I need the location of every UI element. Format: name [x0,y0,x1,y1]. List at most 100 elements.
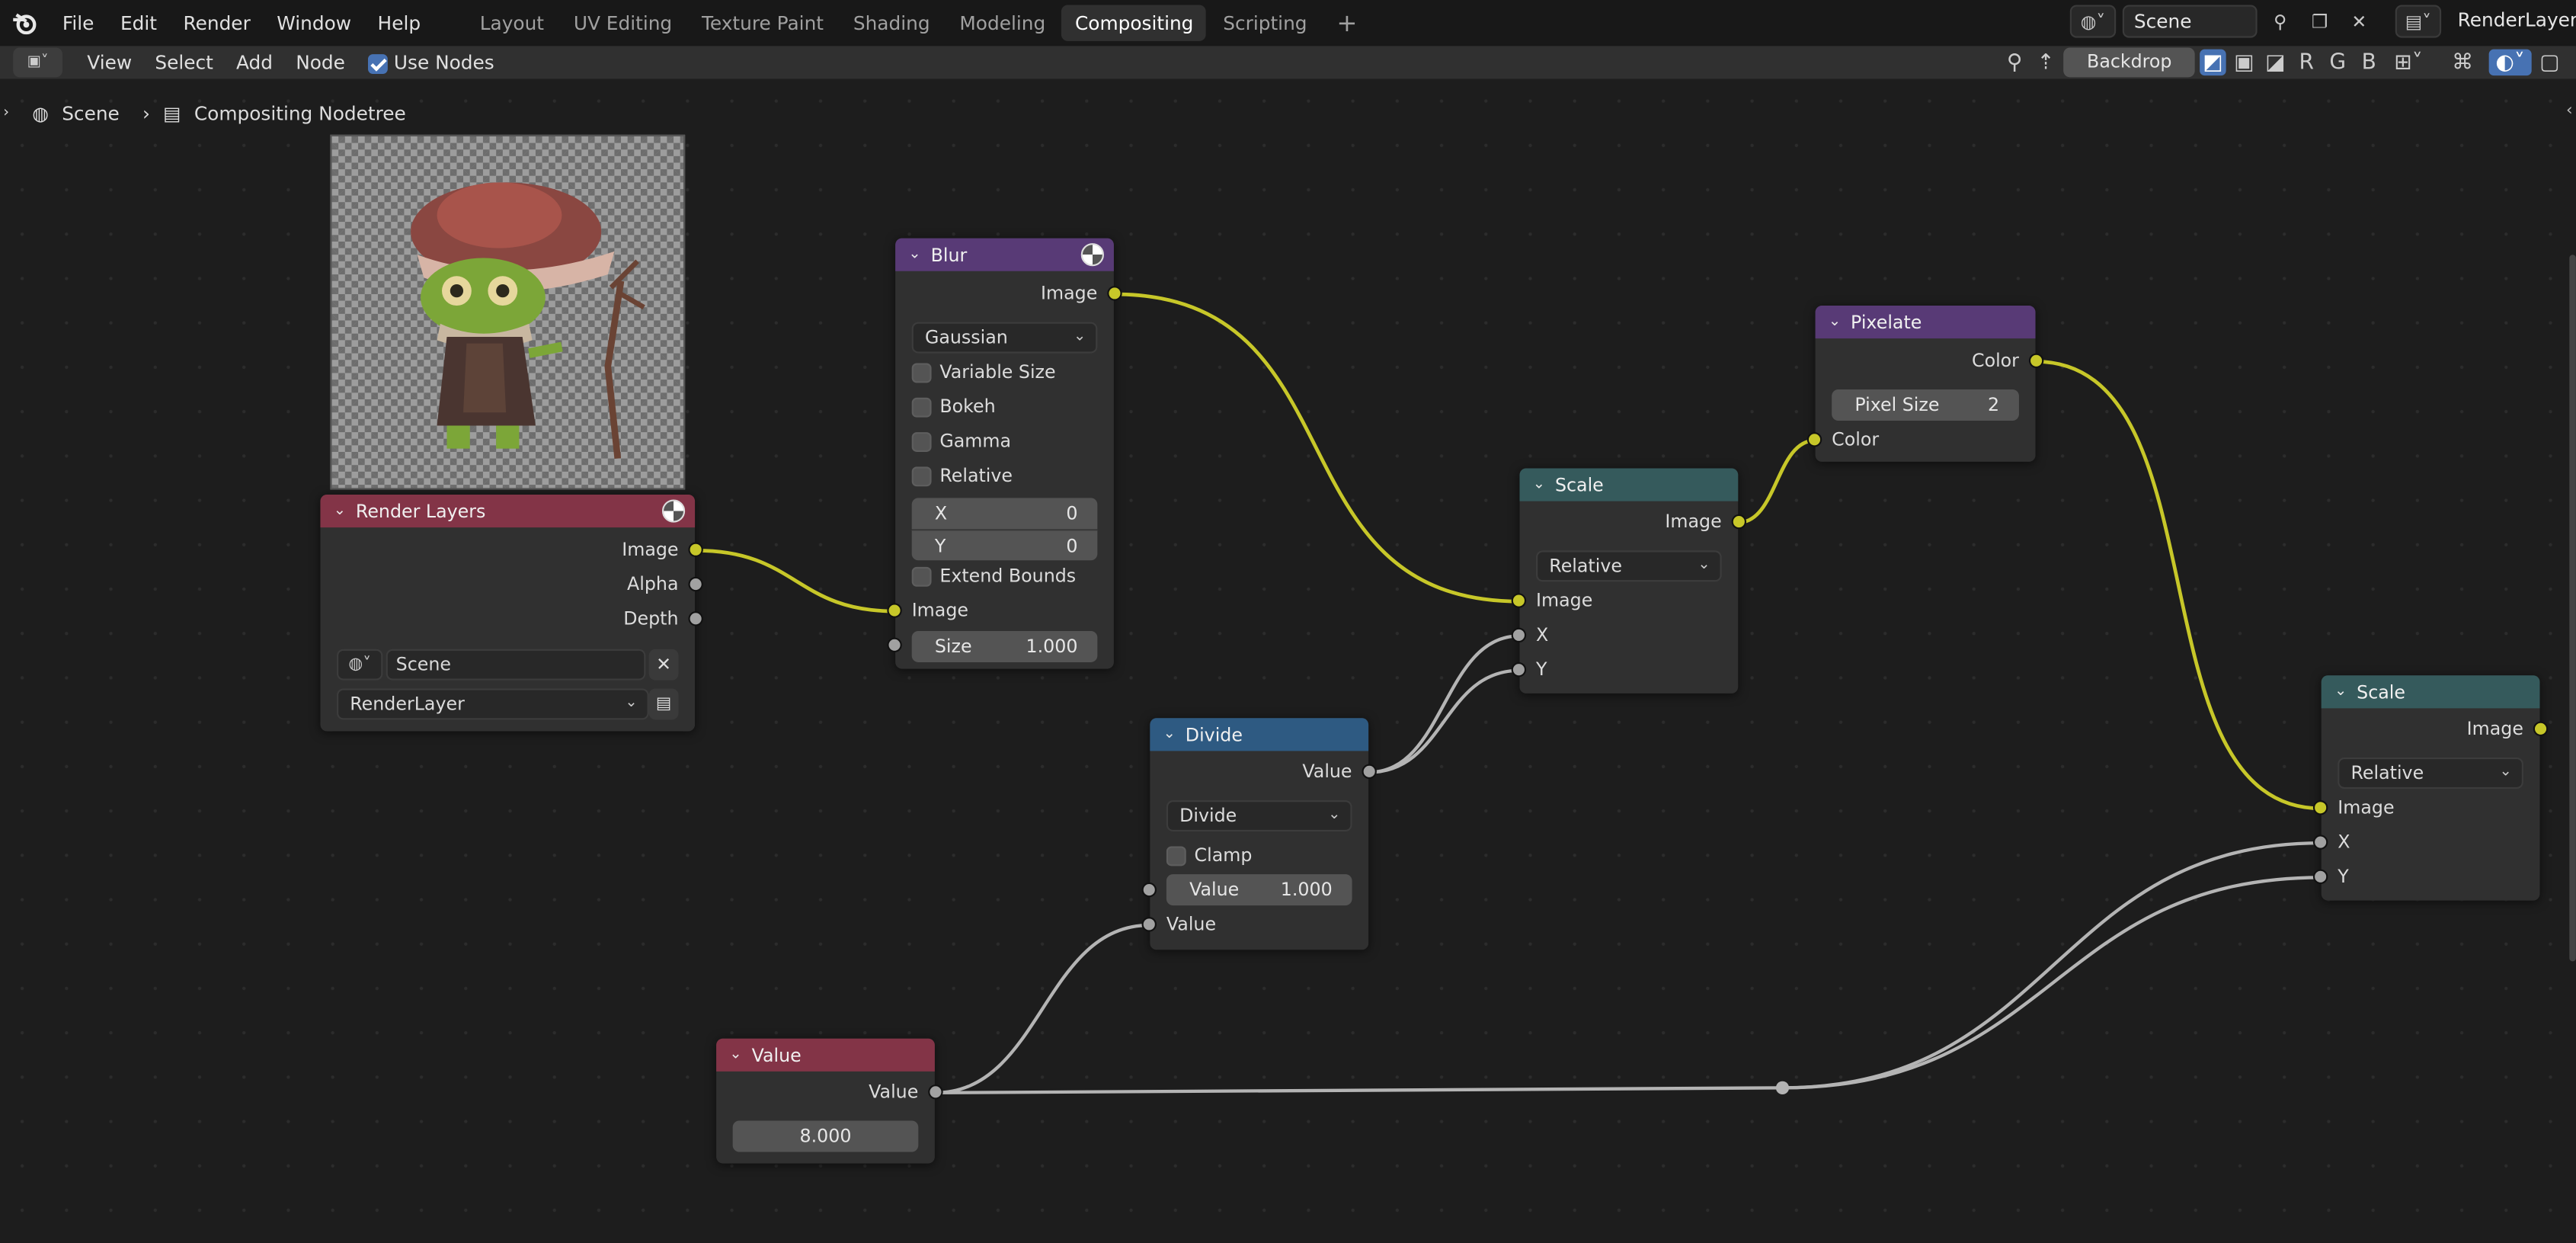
use-nodes-checkbox[interactable] [368,53,388,73]
tab-texture-paint[interactable]: Texture Paint [689,5,837,40]
image-output-socket[interactable] [2533,721,2549,736]
scene-name-field[interactable]: Scene [2122,5,2258,38]
reroute-node[interactable] [1775,1081,1790,1095]
size-input-socket[interactable] [887,637,902,653]
layer-dropdown[interactable]: RenderLayer ⌄ [337,688,649,720]
y-field[interactable]: Y 0 [911,529,1098,561]
view-layer-name-field[interactable]: RenderLayer [2448,5,2576,37]
pin-icon[interactable]: ⚲ [2002,50,2027,75]
pixelate-header[interactable]: ⌄ Pixelate [1815,306,2036,339]
checkbox[interactable] [911,432,932,452]
new-scene-icon[interactable]: ❐ [2303,5,2336,37]
extend-bounds-checkbox[interactable]: Extend Bounds [911,560,1076,591]
delete-scene-icon[interactable]: ✕ [2343,5,2376,37]
checkbox[interactable] [911,566,932,587]
render-layers-node[interactable]: ⌄ Render Layers Image Alpha Depth ◍˅ Sce… [320,495,703,732]
image-output-socket[interactable] [1731,514,1747,530]
value-field[interactable]: 8.000 [732,1120,919,1152]
value-input-socket-2[interactable] [1141,917,1157,932]
gizmo-toggle-icon[interactable]: ◐˅ [2488,49,2532,76]
gamma-checkbox[interactable]: Gamma [911,425,1011,457]
tab-shading[interactable]: Shading [840,5,943,40]
scale-mode-dropdown[interactable]: Relative ⌄ [2338,758,2523,789]
image-input-socket[interactable] [1511,593,1527,608]
scale-node-2[interactable]: ⌄ Scale Image Relative ⌄ Image X Y [2312,675,2549,901]
image-input-socket[interactable] [2312,800,2328,815]
use-nodes-toggle[interactable]: Use Nodes [357,51,506,74]
checkbox[interactable] [911,397,932,418]
x-input-socket[interactable] [2312,835,2328,850]
value-input-socket-1[interactable] [1141,882,1157,898]
breadcrumb-toggle-icon[interactable]: › [3,105,9,122]
operation-dropdown[interactable]: Divide ⌄ [1166,800,1352,832]
render-layer-icon[interactable]: ▤ [648,688,679,720]
backdrop-toggle[interactable]: Backdrop [2063,47,2195,78]
view-layer-browse-icon[interactable]: ▤˅ [2395,5,2442,38]
editor-type-icon[interactable]: ▣˅ [13,47,62,78]
value-field[interactable]: Value 1.000 [1166,874,1352,906]
value-output-socket[interactable] [1362,764,1377,780]
color-input-socket[interactable] [1806,432,1822,447]
divide-node[interactable]: ⌄ Divide Value Divide ⌄ Clamp Value 1.00… [1141,718,1377,950]
snapping-icon[interactable]: ⊞˅ [2387,50,2430,75]
tab-compositing[interactable]: Compositing [1061,5,1207,41]
overlays-icon[interactable]: ⌘ [2441,50,2484,75]
x-input-socket[interactable] [1511,627,1527,643]
header-menu-add[interactable]: Add [225,51,284,74]
pixelate-node[interactable]: ⌄ Pixelate Color Pixel Size 2 Color [1806,306,2044,462]
image-output-socket[interactable] [1107,286,1122,301]
divide-header[interactable]: ⌄ Divide [1150,718,1369,751]
collapse-chevron-icon[interactable]: ⌄ [1163,726,1176,743]
depth-output-socket[interactable] [688,611,703,626]
checkbox[interactable] [1166,846,1186,867]
y-input-socket[interactable] [1511,662,1527,678]
relative-checkbox[interactable]: Relative [911,460,1013,492]
sidebar-toggle-icon[interactable]: ▢ [2536,50,2562,75]
blur-node[interactable]: ⌄ Blur Image Gaussian ⌄ Variable Size Bo… [887,238,1122,669]
value-node[interactable]: ⌄ Value Value 8.000 [716,1038,943,1164]
collapse-chevron-icon[interactable]: ⌄ [908,246,920,263]
menu-window[interactable]: Window [264,5,364,40]
scale-header[interactable]: ⌄ Scale [1519,468,1739,501]
collapse-chevron-icon[interactable]: ⌄ [1829,314,1841,331]
menu-edit[interactable]: Edit [107,5,171,40]
scale-header[interactable]: ⌄ Scale [2321,675,2540,709]
parent-node-tree-icon[interactable]: ⇡ [2033,50,2059,75]
tab-layout[interactable]: Layout [466,5,557,40]
tab-scripting[interactable]: Scripting [1210,5,1320,40]
header-menu-select[interactable]: Select [143,51,225,74]
scale-mode-dropdown[interactable]: Relative ⌄ [1536,550,1722,582]
checkbox[interactable] [911,466,932,487]
checkbox[interactable] [911,363,932,383]
value-output-socket[interactable] [928,1084,943,1100]
menu-render[interactable]: Render [170,5,264,40]
channel-blue[interactable]: B [2356,50,2382,75]
image-input-socket[interactable] [887,603,902,618]
value-header[interactable]: ⌄ Value [716,1038,935,1072]
header-menu-node[interactable]: Node [284,51,357,74]
x-field[interactable]: X 0 [911,498,1098,530]
collapse-chevron-icon[interactable]: ⌄ [1533,476,1545,493]
vertical-scrollbar[interactable] [2569,255,2576,962]
blur-header[interactable]: ⌄ Blur [895,238,1114,271]
channel-alpha-icon[interactable]: ◪ [2262,50,2288,75]
scene-browse-icon[interactable]: ◍˅ [337,649,383,681]
tab-uv-editing[interactable]: UV Editing [561,5,686,40]
size-field[interactable]: Size 1.000 [911,630,1098,662]
y-input-socket[interactable] [2312,869,2328,885]
tab-modeling[interactable]: Modeling [946,5,1058,40]
blender-logo-icon[interactable] [0,0,50,46]
channel-color-icon[interactable]: ▣ [2231,50,2257,75]
filter-type-dropdown[interactable]: Gaussian ⌄ [911,322,1098,354]
bokeh-checkbox[interactable]: Bokeh [911,391,996,422]
side-panel-toggle-icon[interactable]: ‹ [2566,102,2573,120]
color-output-socket[interactable] [2028,353,2044,368]
menu-help[interactable]: Help [364,5,434,40]
collapse-chevron-icon[interactable]: ⌄ [334,503,346,520]
clear-scene-icon[interactable]: ✕ [648,649,679,681]
collapse-chevron-icon[interactable]: ⌄ [2334,684,2347,700]
header-menu-view[interactable]: View [75,51,143,74]
image-output-socket[interactable] [688,542,703,557]
render-icon[interactable] [661,499,686,523]
channel-red[interactable]: R [2293,50,2319,75]
